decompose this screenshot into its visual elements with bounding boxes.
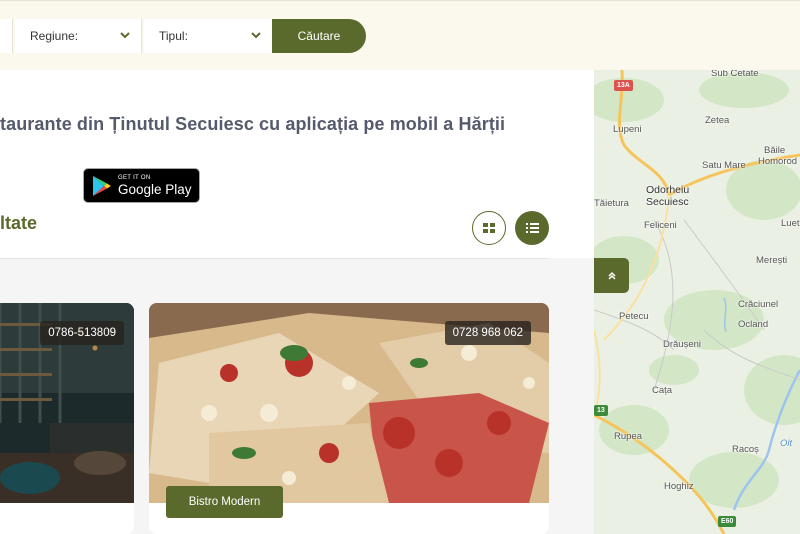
map-label: Odorheiu	[646, 184, 690, 196]
map-label: Băile	[764, 145, 786, 156]
badge-big-text: Google Play	[118, 181, 192, 197]
map-label: Homorod	[758, 156, 798, 167]
map-label: Merești	[756, 255, 788, 266]
grid-icon	[483, 223, 495, 233]
search-button[interactable]: Căutare	[272, 19, 366, 53]
badge-small-text: GET IT ON	[118, 174, 151, 181]
map-panel[interactable]: 13A E60 13 Sub Cetate Lupeni Zetea Băile…	[594, 70, 800, 534]
map-label: Drăușeni	[663, 339, 702, 350]
category-tag[interactable]: Bistro Modern	[166, 486, 283, 518]
chevrons-up-icon	[607, 271, 616, 280]
map-label: Cața	[652, 385, 673, 396]
map-label: Petecu	[619, 311, 649, 322]
map-label: Racoș	[732, 444, 759, 455]
listing-panel: taurante din Ținutul Secuiesc cu aplicaț…	[0, 70, 594, 534]
road-13a-badge: 13A	[614, 80, 633, 91]
region-select-label: Regiune:	[30, 29, 79, 43]
google-play-icon	[93, 175, 111, 196]
map-label: Crăciunel	[738, 299, 779, 310]
map-collapse-button[interactable]	[594, 258, 629, 293]
map-label-river: Olt	[780, 438, 793, 449]
type-select[interactable]: Tipul:	[144, 19, 272, 53]
list-view-button[interactable]	[515, 211, 549, 245]
map-label: Feliceni	[644, 220, 677, 231]
map-label: Rupea	[614, 431, 642, 442]
listing-header: taurante din Ținutul Secuiesc cu aplicaț…	[0, 70, 594, 258]
chevron-down-icon	[251, 32, 261, 39]
region-select[interactable]: Regiune:	[15, 19, 142, 53]
phone-badge[interactable]: 0728 968 062	[444, 321, 531, 345]
search-field-partial[interactable]	[0, 19, 13, 53]
phone-badge[interactable]: 0786-513809	[40, 321, 124, 345]
road-13-badge: 13	[594, 405, 608, 416]
restaurant-card[interactable]: 0786-513809	[0, 303, 134, 534]
page-headline: taurante din Ținutul Secuiesc cu aplicaț…	[0, 114, 506, 134]
list-icon	[525, 223, 539, 233]
type-select-label: Tipul:	[159, 29, 188, 43]
map-label: Hoghiz	[664, 481, 694, 492]
grid-view-button[interactable]	[472, 211, 506, 245]
results-title: ltate	[0, 213, 38, 233]
map-label: Lupeni	[613, 124, 642, 135]
restaurant-card[interactable]: 0728 968 062 Bistro Modern	[149, 303, 549, 534]
map-label: Lueta	[781, 218, 800, 229]
google-play-badge[interactable]: GET IT ON Google Play	[83, 168, 200, 203]
map-label: Sub Cetate	[711, 70, 759, 79]
map-label: Tăietura	[594, 198, 629, 209]
search-bar: Regiune: Tipul: Căutare	[0, 0, 800, 70]
map-label: Zetea	[705, 115, 730, 126]
chevron-down-icon	[120, 32, 130, 39]
road-e60-badge: E60	[718, 516, 737, 527]
section-divider	[0, 258, 548, 259]
map-label: Satu Mare	[702, 160, 746, 171]
map-label: Ocland	[738, 319, 769, 330]
map-label: Secuiesc	[646, 196, 689, 208]
